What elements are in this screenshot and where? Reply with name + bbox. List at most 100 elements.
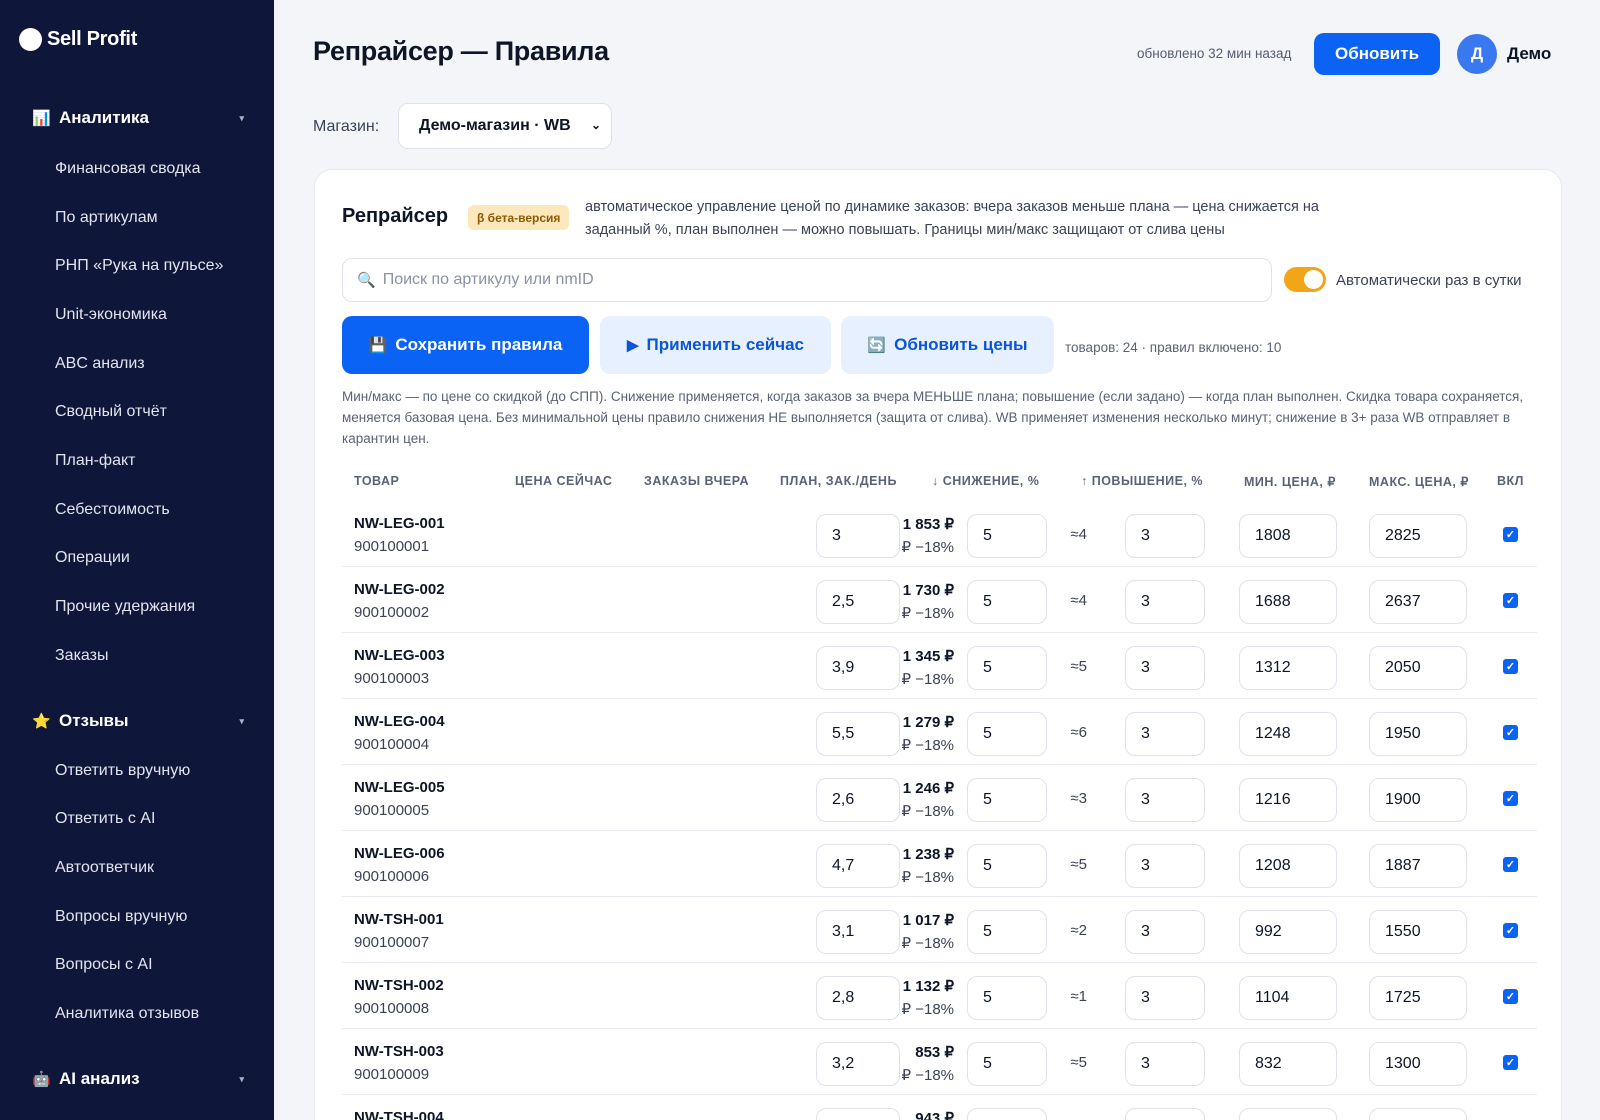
sidebar-section-analytics[interactable]: 📊 Аналитика ▾ [32, 108, 244, 128]
product-sku: NW-TSH-003 [354, 1043, 444, 1060]
max-price-input[interactable]: 1900 [1369, 778, 1467, 822]
plan-input[interactable]: 3,1 [816, 910, 900, 954]
max-price-input[interactable]: 2050 [1369, 646, 1467, 690]
refresh-icon: 🔄 [867, 337, 887, 354]
update-prices-button[interactable]: 🔄 Обновить цены [841, 316, 1054, 374]
increase-input[interactable]: 3 [1125, 1042, 1205, 1086]
decrease-input[interactable]: 5 [967, 1042, 1047, 1086]
sidebar-item-questions-manual[interactable]: Вопросы вручную [55, 908, 187, 926]
enabled-checkbox[interactable]: ✓ [1503, 857, 1518, 872]
decrease-input[interactable]: 5 [967, 778, 1047, 822]
plan-input[interactable]: 4,7 [816, 844, 900, 888]
sidebar-item-questions-ai[interactable]: Вопросы с AI [55, 956, 153, 974]
min-price-input[interactable]: 1216 [1239, 778, 1337, 822]
increase-input[interactable]: 3 [1125, 910, 1205, 954]
min-price-input[interactable] [1239, 1108, 1337, 1120]
save-rules-button[interactable]: 💾 Сохранить правила [342, 316, 589, 374]
increase-input[interactable] [1125, 1108, 1205, 1120]
max-price-input[interactable]: 1887 [1369, 844, 1467, 888]
sidebar-item-reviews-analytics[interactable]: Аналитика отзывов [55, 1005, 199, 1023]
decrease-input[interactable]: 5 [967, 712, 1047, 756]
current-price: 1 279 ₽ [902, 714, 954, 731]
sidebar-item-finance-summary[interactable]: Финансовая сводка [55, 160, 201, 178]
enabled-checkbox[interactable]: ✓ [1503, 1055, 1518, 1070]
chart-icon: 📊 [32, 110, 51, 127]
increase-input[interactable]: 3 [1125, 712, 1205, 756]
decrease-input[interactable] [967, 1108, 1047, 1120]
product-nmid: 900100006 [354, 868, 430, 885]
increase-input[interactable]: 3 [1125, 976, 1205, 1020]
plan-input[interactable]: 2,8 [816, 976, 900, 1020]
decrease-input[interactable]: 5 [967, 976, 1047, 1020]
increase-input[interactable]: 3 [1125, 844, 1205, 888]
sidebar-item-rnp[interactable]: РНП «Рука на пульсе» [55, 257, 223, 275]
plan-input[interactable] [816, 1108, 900, 1120]
max-price-input[interactable]: 1550 [1369, 910, 1467, 954]
enabled-checkbox[interactable]: ✓ [1503, 659, 1518, 674]
max-price-input[interactable]: 1950 [1369, 712, 1467, 756]
decrease-input[interactable]: 5 [967, 514, 1047, 558]
sidebar-item-by-articles[interactable]: По артикулам [55, 209, 158, 227]
store-select[interactable]: Демо-магазин · WB ⌄ [398, 103, 612, 149]
auto-daily-toggle[interactable] [1284, 267, 1326, 292]
decrease-input[interactable]: 5 [967, 910, 1047, 954]
increase-input[interactable]: 3 [1125, 646, 1205, 690]
increase-input[interactable]: 3 [1125, 514, 1205, 558]
search-input[interactable]: 🔍 Поиск по артикулу или nmID [342, 258, 1272, 302]
enabled-checkbox[interactable]: ✓ [1503, 989, 1518, 1004]
min-price-input[interactable]: 1808 [1239, 514, 1337, 558]
plan-input[interactable]: 3,9 [816, 646, 900, 690]
min-price-input[interactable]: 1688 [1239, 580, 1337, 624]
sidebar-section-ai[interactable]: 🤖 AI анализ ▾ [32, 1069, 244, 1089]
enabled-checkbox[interactable]: ✓ [1503, 527, 1518, 542]
product-sku: NW-TSH-004 [354, 1109, 444, 1120]
max-price-input[interactable]: 2637 [1369, 580, 1467, 624]
sidebar-item-summary-report[interactable]: Сводный отчёт [55, 403, 167, 421]
plan-input[interactable]: 2,5 [816, 580, 900, 624]
min-price-input[interactable]: 992 [1239, 910, 1337, 954]
sidebar-section-reviews[interactable]: ⭐ Отзывы ▾ [32, 711, 244, 731]
max-price-input[interactable]: 1300 [1369, 1042, 1467, 1086]
sidebar-item-unit-economics[interactable]: Unit-экономика [55, 306, 167, 324]
max-price-input[interactable] [1369, 1108, 1467, 1120]
sidebar-item-reply-manual[interactable]: Ответить вручную [55, 762, 190, 780]
current-price: 1 246 ₽ [902, 780, 954, 797]
brand-logo[interactable]: Sell Profit [19, 28, 137, 51]
sidebar-item-abc[interactable]: ABC анализ [55, 355, 145, 373]
orders-yesterday: ≈4 [1070, 526, 1087, 543]
search-placeholder: Поиск по артикулу или nmID [382, 271, 594, 288]
sidebar-item-autoresponder[interactable]: Автоответчик [55, 859, 154, 877]
apply-now-button[interactable]: ▶ Применить сейчас [600, 316, 831, 374]
increase-input[interactable]: 3 [1125, 778, 1205, 822]
plan-input[interactable]: 3 [816, 514, 900, 558]
plan-input[interactable]: 3,2 [816, 1042, 900, 1086]
decrease-input[interactable]: 5 [967, 844, 1047, 888]
decrease-input[interactable]: 5 [967, 646, 1047, 690]
min-price-input[interactable]: 832 [1239, 1042, 1337, 1086]
max-price-input[interactable]: 1725 [1369, 976, 1467, 1020]
max-price-input[interactable]: 2825 [1369, 514, 1467, 558]
auto-daily-label: Автоматически раз в сутки [1336, 272, 1522, 289]
enabled-checkbox[interactable]: ✓ [1503, 593, 1518, 608]
increase-input[interactable]: 3 [1125, 580, 1205, 624]
search-icon: 🔍 [357, 272, 376, 289]
sidebar-item-orders[interactable]: Заказы [55, 647, 108, 665]
min-price-input[interactable]: 1248 [1239, 712, 1337, 756]
min-price-input[interactable]: 1104 [1239, 976, 1337, 1020]
plan-input[interactable]: 2,6 [816, 778, 900, 822]
enabled-checkbox[interactable]: ✓ [1503, 725, 1518, 740]
sidebar-item-other-deductions[interactable]: Прочие удержания [55, 598, 195, 616]
min-price-input[interactable]: 1208 [1239, 844, 1337, 888]
chevron-down-icon: ⌄ [590, 118, 601, 132]
decrease-input[interactable]: 5 [967, 580, 1047, 624]
min-price-input[interactable]: 1312 [1239, 646, 1337, 690]
sidebar-item-cost[interactable]: Себестоимость [55, 501, 170, 519]
enabled-checkbox[interactable]: ✓ [1503, 923, 1518, 938]
sidebar-item-reply-ai[interactable]: Ответить с AI [55, 810, 155, 828]
sidebar-item-plan-fact[interactable]: План-факт [55, 452, 135, 470]
refresh-button[interactable]: Обновить [1314, 33, 1440, 75]
enabled-checkbox[interactable]: ✓ [1503, 791, 1518, 806]
sidebar-item-operations[interactable]: Операции [55, 549, 130, 567]
plan-input[interactable]: 5,5 [816, 712, 900, 756]
avatar[interactable]: Д [1457, 34, 1497, 74]
